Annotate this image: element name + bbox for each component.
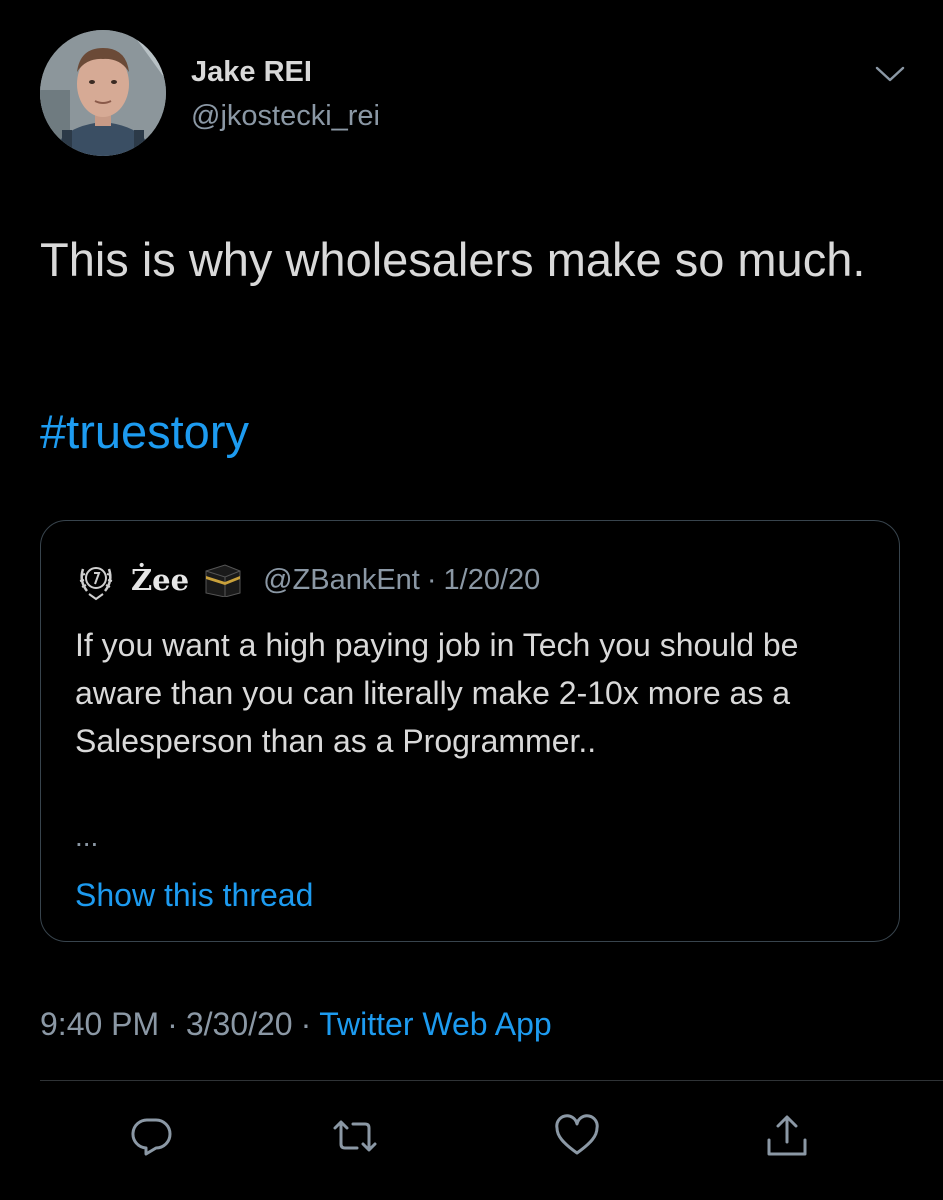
retweet-icon[interactable] <box>331 1112 379 1160</box>
divider <box>40 1080 943 1081</box>
heart-icon[interactable] <box>553 1112 601 1160</box>
avatar[interactable] <box>40 30 166 156</box>
quoted-handle: @ZBankEnt <box>263 563 420 596</box>
author-handle[interactable]: @jkostecki_rei <box>191 100 380 133</box>
tweet-date[interactable]: 3/30/20 <box>186 1006 293 1042</box>
quoted-separator: · <box>426 563 437 596</box>
quoted-date: 1/20/20 <box>443 563 541 596</box>
reply-icon[interactable] <box>128 1112 176 1160</box>
show-thread-link[interactable]: Show this thread <box>75 877 313 914</box>
meta-separator: · <box>167 1006 178 1042</box>
quoted-display-name: Żee <box>131 563 190 597</box>
chevron-down-icon[interactable] <box>873 62 907 86</box>
author-display-name[interactable]: Jake REI <box>191 56 312 89</box>
tweet-source-link[interactable]: Twitter Web App <box>319 1006 551 1042</box>
share-icon[interactable] <box>763 1112 811 1160</box>
quoted-tweet-text: If you want a high paying job in Tech yo… <box>75 627 799 759</box>
tweet-text: This is why wholesalers make so much. <box>40 233 866 286</box>
laurel-logo-icon <box>75 559 117 601</box>
tweet-time[interactable]: 9:40 PM <box>40 1006 159 1042</box>
quoted-tweet-card[interactable]: Żee @ZBankEnt · 1/20/20 If you want a hi… <box>40 520 900 942</box>
meta-separator: · <box>300 1006 312 1042</box>
tweet-metadata: 9:40 PM · 3/30/20 · Twitter Web App <box>40 1006 552 1043</box>
kaaba-emoji-icon <box>203 563 243 598</box>
hashtag-link[interactable]: #truestory <box>40 392 249 472</box>
quoted-ellipsis: ... <box>75 821 99 852</box>
quoted-tweet-header: Żee @ZBankEnt · 1/20/20 <box>75 558 540 602</box>
